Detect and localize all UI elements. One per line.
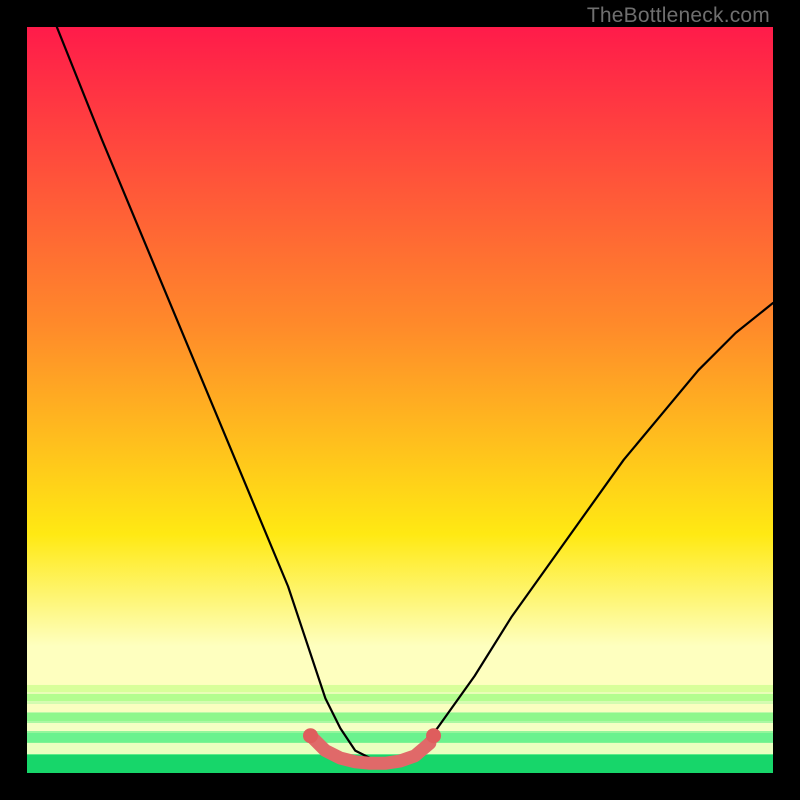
bottleneck-curve <box>57 27 773 758</box>
accent-segment <box>310 736 429 764</box>
plot-area <box>27 27 773 773</box>
watermark-text: TheBottleneck.com <box>587 4 770 28</box>
curve-layer <box>27 27 773 773</box>
chart-stage: TheBottleneck.com <box>0 0 800 800</box>
accent-dot-end <box>426 728 441 743</box>
accent-dot-start <box>303 728 318 743</box>
